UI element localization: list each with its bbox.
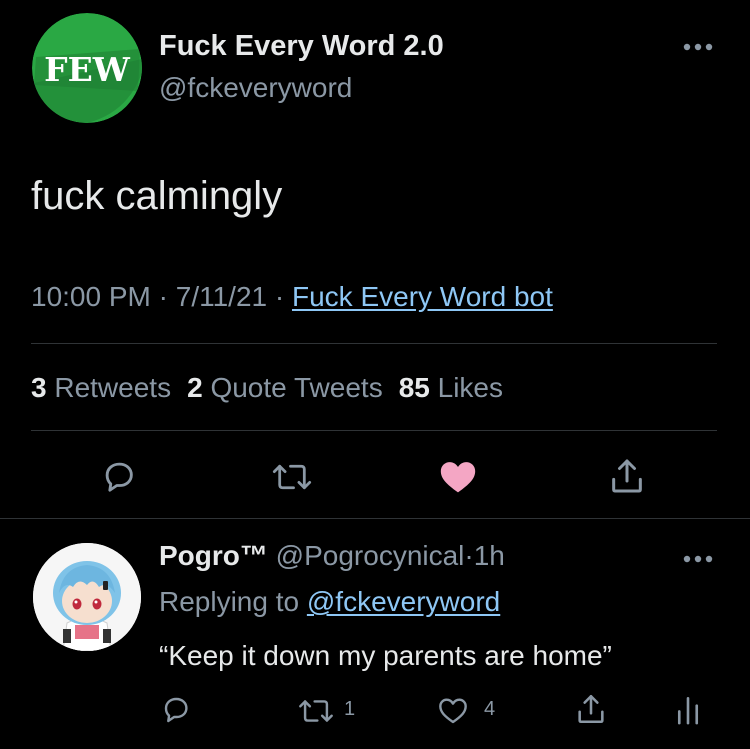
reply-author-avatar[interactable] (33, 543, 141, 651)
author-avatar[interactable]: FEW (32, 13, 142, 123)
quotes-stat[interactable]: 2 Quote Tweets (187, 372, 383, 403)
tweet-meta: 10:00 PM · 7/11/21 · Fuck Every Word bot (31, 281, 553, 313)
retweets-stat[interactable]: 3 Retweets (31, 372, 171, 403)
few-logo-avatar: FEW (32, 13, 142, 123)
figure-avatar-image (33, 543, 141, 651)
reply-like-count: 4 (484, 698, 496, 720)
like-button[interactable] (438, 458, 478, 494)
replying-to: Replying to @fckeveryword (159, 586, 500, 618)
retweets-count: 3 (31, 372, 47, 403)
reply-retweet-button[interactable] (298, 696, 334, 726)
quotes-count: 2 (187, 372, 203, 403)
more-options-button[interactable] (682, 34, 714, 56)
reply-time[interactable]: 1h (474, 540, 505, 571)
reply-author-handle[interactable]: @Pogrocynical (276, 540, 465, 571)
avatar-text: FEW (44, 50, 131, 89)
heart-icon (440, 462, 476, 493)
retweets-label: Retweets (54, 372, 172, 403)
reply-like-button[interactable] (437, 695, 469, 725)
meta-separator: · (274, 281, 285, 312)
speech-bubble-icon (105, 462, 133, 492)
reply-analytics-button[interactable] (673, 694, 703, 726)
replying-to-handle[interactable]: @fckeveryword (307, 586, 500, 617)
reply-share-button[interactable] (574, 692, 608, 726)
share-upload-icon (612, 459, 642, 493)
tweet-source-link[interactable]: Fuck Every Word bot (292, 281, 553, 312)
more-horizontal-icon (683, 555, 713, 563)
share-upload-icon (578, 694, 604, 724)
divider (0, 518, 750, 519)
reply-separator: · (464, 540, 474, 571)
retweet-button[interactable] (272, 460, 312, 494)
retweet-icon (272, 464, 312, 490)
reply-author-name[interactable]: Pogro™ (159, 540, 268, 571)
reply-text: “Keep it down my parents are home” (159, 640, 612, 671)
more-horizontal-icon (683, 43, 713, 51)
reply-retweet-count: 1 (344, 698, 356, 720)
reply-header: Pogro™ @Pogrocynical·1h (159, 540, 505, 572)
tweet-stats: 3 Retweets 2 Quote Tweets 85 Likes (31, 372, 503, 404)
likes-label: Likes (437, 372, 504, 403)
tweet-time[interactable]: 10:00 PM (31, 281, 151, 312)
quotes-label: Quote Tweets (210, 372, 383, 403)
speech-bubble-icon (164, 697, 188, 723)
tweet-text: fuck calmingly (31, 174, 283, 218)
share-button[interactable] (607, 456, 647, 496)
divider (31, 343, 717, 344)
meta-separator: · (158, 281, 168, 312)
reply-more-options-button[interactable] (682, 546, 714, 568)
retweet-icon (299, 700, 333, 722)
replying-to-label: Replying to (159, 586, 300, 617)
reply-reply-button[interactable] (160, 693, 192, 725)
reply-button[interactable] (100, 457, 138, 495)
author-display-name[interactable]: Fuck Every Word 2.0 (159, 30, 444, 63)
analytics-bars-icon (677, 697, 699, 725)
likes-count: 85 (398, 372, 430, 403)
tweet-date[interactable]: 7/11/21 (176, 281, 267, 312)
divider (31, 430, 717, 431)
likes-stat[interactable]: 85 Likes (399, 372, 503, 403)
author-handle[interactable]: @fckeveryword (159, 72, 352, 104)
heart-outline-icon (439, 698, 467, 724)
